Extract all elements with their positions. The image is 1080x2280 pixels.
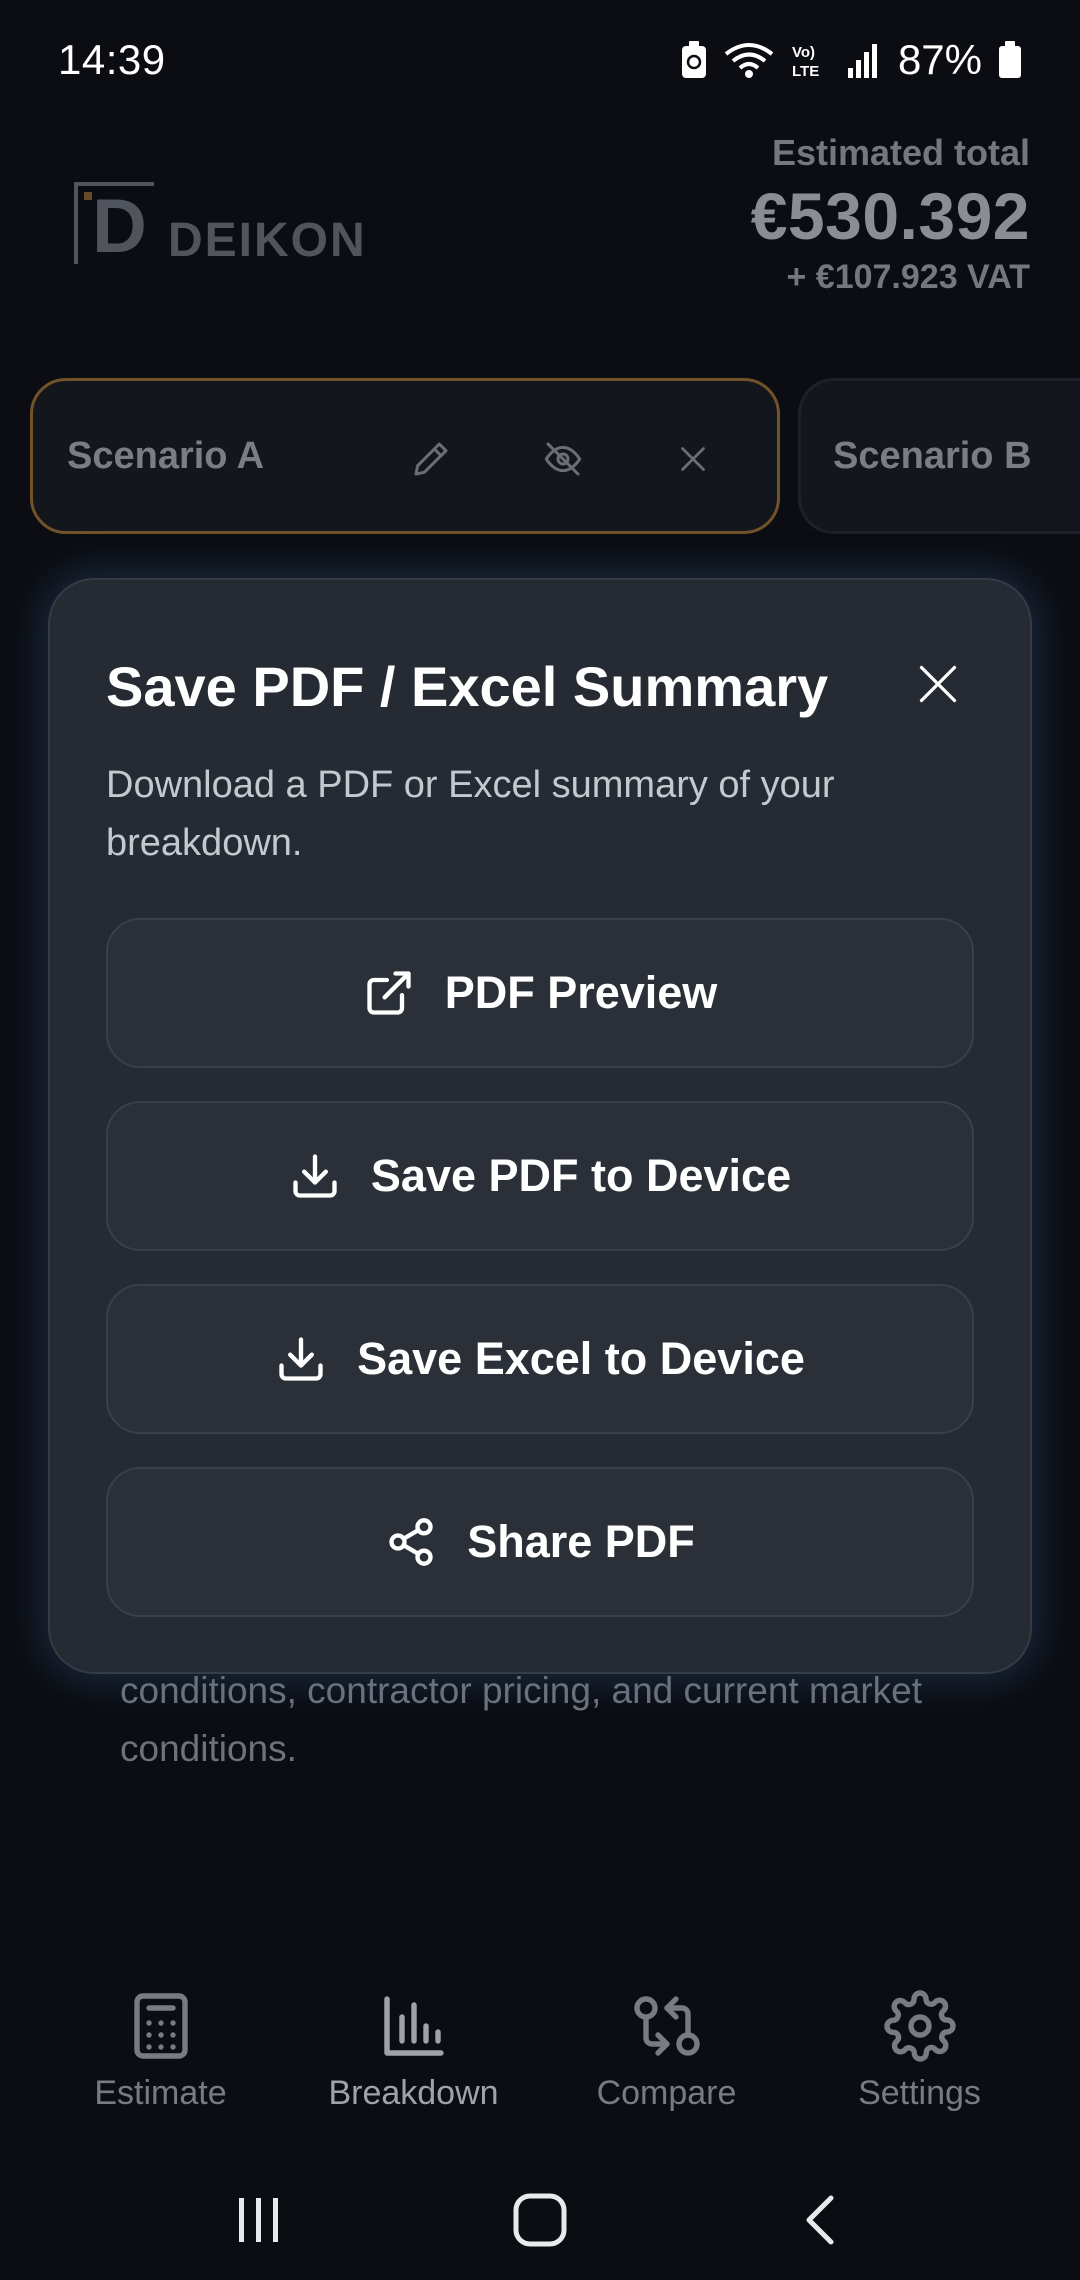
button-label: Save Excel to Device: [357, 1333, 805, 1384]
nav-item-settings[interactable]: Settings: [810, 1990, 1030, 2140]
wifi-icon: [724, 43, 774, 78]
battery-icon: [999, 41, 1021, 78]
volte-icon: Vo) LTE: [792, 44, 819, 80]
button-label: Save PDF to Device: [370, 1150, 792, 1201]
scenario-tab-b[interactable]: Scenario B: [798, 378, 1080, 534]
svg-text:Vo): Vo): [792, 44, 815, 61]
scenario-tab-a[interactable]: Scenario A: [30, 378, 780, 534]
status-icons: Vo) LTE 87%: [680, 36, 1022, 84]
edit-icon[interactable]: [411, 439, 451, 479]
scenario-name: Scenario A: [67, 434, 265, 477]
signal-icon: [847, 44, 877, 78]
app-logo: D DEIKON: [74, 182, 367, 268]
save-summary-dialog: Save PDF / Excel Summary Download a PDF …: [48, 578, 1032, 1674]
bar-chart-icon: [383, 1996, 444, 2056]
button-label: PDF Preview: [444, 967, 718, 1018]
background-disclaimer-text: conditions, contractor pricing, and curr…: [120, 1670, 923, 1769]
estimated-total: Estimated total €530.392 + €107.923 VAT: [751, 132, 1030, 297]
save-pdf-button[interactable]: Save PDF to Device: [106, 1101, 974, 1251]
close-icon[interactable]: [916, 662, 960, 706]
calculator-icon: [133, 1993, 188, 2059]
total-vat: + €107.923 VAT: [786, 258, 1030, 296]
nav-label: Settings: [858, 2074, 981, 2112]
nav-label: Compare: [596, 2074, 737, 2112]
nav-item-compare[interactable]: Compare: [557, 1990, 777, 2140]
eye-off-icon[interactable]: [543, 439, 583, 479]
download-icon: [293, 1154, 337, 1198]
nav-item-breakdown[interactable]: Breakdown: [304, 1990, 524, 2140]
logo-mark: D: [74, 182, 154, 268]
share-pdf-button[interactable]: Share PDF: [106, 1467, 974, 1617]
save-excel-button[interactable]: Save Excel to Device: [106, 1284, 974, 1434]
gear-icon: [883, 1990, 956, 2062]
recent-apps-icon[interactable]: [231, 2192, 287, 2248]
battery-saver-icon: [681, 41, 706, 78]
button-label: Share PDF: [467, 1516, 695, 1567]
close-icon[interactable]: [675, 441, 711, 477]
battery-percent: 87%: [897, 36, 982, 83]
share-icon: [389, 1518, 433, 1566]
dialog-description: Download a PDF or Excel summary of your …: [106, 764, 835, 864]
logo-text: DEIKON: [168, 214, 367, 267]
total-label: Estimated total: [771, 132, 1030, 173]
status-bar: 14:39 Vo) LTE 87%: [0, 0, 1080, 120]
system-navigation-bar: [0, 2160, 1080, 2280]
compare-icon: [633, 1996, 700, 2056]
app-header: D DEIKON Estimated total €530.392 + €107…: [0, 120, 1080, 370]
total-value: €530.392: [750, 179, 1030, 253]
scenario-name: Scenario B: [833, 434, 1032, 477]
status-time: 14:39: [58, 36, 166, 83]
scenario-actions: [411, 381, 711, 537]
nav-item-estimate[interactable]: Estimate: [51, 1990, 271, 2140]
download-icon: [279, 1337, 323, 1381]
external-link-icon: [367, 971, 411, 1015]
nav-label: Estimate: [94, 2074, 227, 2112]
home-icon[interactable]: [510, 2190, 570, 2250]
nav-label: Breakdown: [328, 2074, 499, 2112]
back-icon[interactable]: [793, 2192, 849, 2248]
pdf-preview-button[interactable]: PDF Preview: [106, 918, 974, 1068]
svg-text:LTE: LTE: [792, 63, 819, 80]
bottom-navigation: Estimate Breakdown Compare Settings: [0, 1990, 1080, 2140]
scenario-tabs: Scenario A Scenario B: [30, 378, 1080, 534]
dialog-title: Save PDF / Excel Summary: [106, 655, 829, 718]
